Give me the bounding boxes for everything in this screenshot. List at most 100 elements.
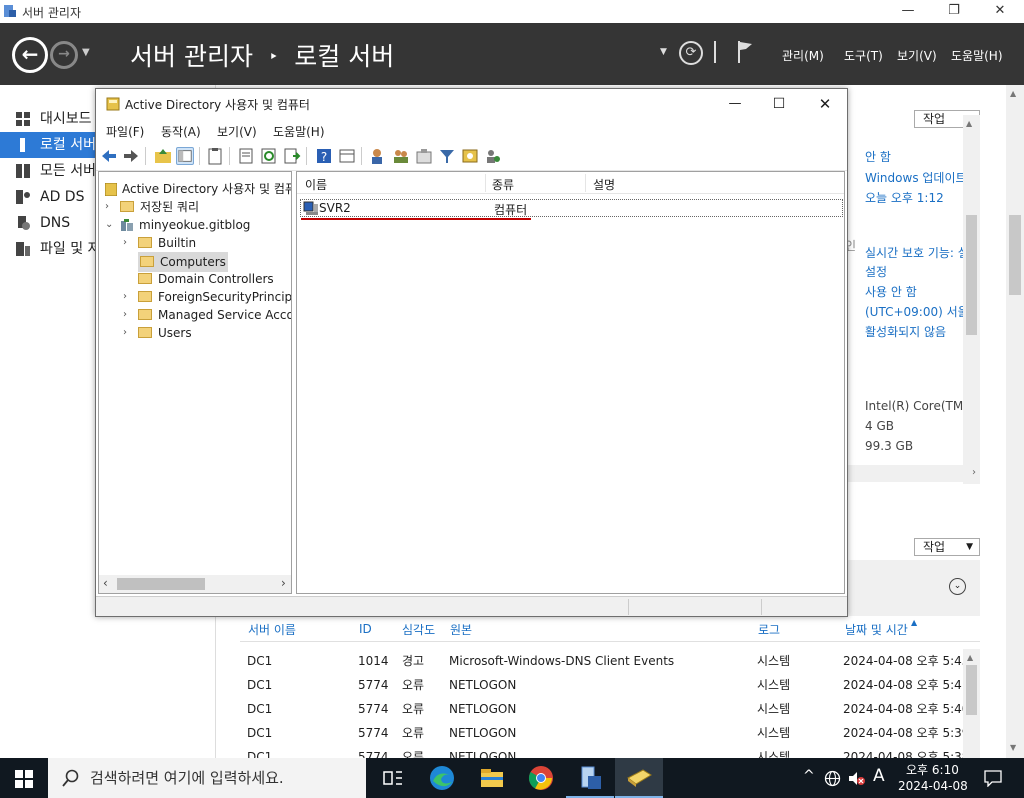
scroll-up-icon[interactable]: ▲: [967, 653, 973, 662]
tree-item-users[interactable]: › Users: [123, 324, 192, 342]
menu-manage[interactable]: 관리(M): [782, 47, 824, 64]
property-link[interactable]: (UTC+09:00) 서울: [865, 303, 969, 320]
tree-item-domain-controllers[interactable]: Domain Controllers: [123, 270, 274, 288]
notifications-icon[interactable]: [984, 769, 1002, 787]
properties-hscrollbar[interactable]: ›: [848, 465, 980, 482]
chevron-right-icon[interactable]: ›: [123, 234, 127, 252]
export-list-icon[interactable]: [283, 147, 301, 165]
clipboard-icon[interactable]: [206, 147, 224, 165]
close-button[interactable]: ✕: [977, 1, 1023, 21]
clock-time[interactable]: 오후 6:10: [906, 761, 959, 778]
events-scrollbar[interactable]: ▲: [963, 649, 980, 758]
tree-item-domain[interactable]: ⌄ minyeokue.gitblog: [105, 216, 250, 234]
property-link[interactable]: 오늘 오후 1:12: [865, 189, 944, 206]
scroll-left-icon[interactable]: ‹: [103, 576, 108, 590]
task-view-icon[interactable]: [378, 764, 406, 792]
property-link[interactable]: Windows 업데이트을: [865, 169, 978, 186]
menu-action[interactable]: 동작(A): [161, 123, 201, 140]
chevron-right-icon[interactable]: ›: [123, 306, 127, 324]
tree-hscrollbar[interactable]: ‹ ›: [99, 575, 291, 593]
scroll-down-icon[interactable]: ▼: [1010, 743, 1016, 752]
expand-chevron-icon[interactable]: ⌄: [949, 578, 966, 595]
dropdown-icon[interactable]: ▼: [660, 47, 667, 57]
chevron-right-icon[interactable]: ›: [105, 198, 109, 216]
events-tasks-button[interactable]: 작업 ▼: [914, 538, 980, 556]
chevron-down-icon[interactable]: ⌄: [105, 216, 113, 234]
scrollbar-thumb[interactable]: [117, 578, 205, 590]
property-link[interactable]: 사용 안 함: [865, 283, 917, 300]
property-link[interactable]: 활성화되지 않음: [865, 323, 946, 340]
column-header-server[interactable]: 서버 이름: [248, 621, 296, 638]
column-divider[interactable]: [585, 174, 586, 192]
file-explorer-icon[interactable]: [478, 764, 506, 792]
main-scrollbar[interactable]: ▲ ▼: [1006, 85, 1024, 758]
maximize-button[interactable]: ☐: [766, 91, 792, 117]
minimize-button[interactable]: —: [885, 1, 931, 21]
add-to-group-icon[interactable]: [484, 147, 502, 165]
refresh-icon[interactable]: ⟳: [679, 41, 703, 65]
windows-start-icon[interactable]: [15, 770, 33, 788]
event-row[interactable]: DC1 5774 오류 NETLOGON 시스템 2024-04-08 오후 5:40: [247, 697, 977, 721]
menu-view[interactable]: 보기(V): [897, 47, 937, 64]
properties-scrollbar[interactable]: ▲: [963, 115, 980, 484]
menu-help[interactable]: 도움말(H): [951, 47, 1003, 64]
column-header-severity[interactable]: 심각도: [402, 621, 435, 638]
property-link[interactable]: 설정: [865, 263, 887, 280]
column-header-id[interactable]: ID: [359, 622, 372, 636]
new-user-icon[interactable]: [369, 147, 387, 165]
help-icon[interactable]: ?: [315, 147, 333, 165]
scroll-up-icon[interactable]: ▲: [966, 119, 972, 128]
up-folder-icon[interactable]: [154, 147, 172, 165]
column-divider[interactable]: [485, 174, 486, 192]
volume-muted-icon[interactable]: [848, 770, 866, 787]
chrome-browser-icon[interactable]: [527, 764, 555, 792]
scrollbar-thumb[interactable]: [1009, 215, 1021, 295]
tree-item-saved-queries[interactable]: › 저장된 쿼리: [105, 198, 199, 216]
input-method-indicator[interactable]: A: [873, 766, 885, 786]
column-header-type[interactable]: 종류: [492, 176, 514, 193]
scroll-right-icon[interactable]: ›: [281, 576, 286, 590]
scrollbar-thumb[interactable]: [966, 665, 977, 715]
tree-item-managed-service-accounts[interactable]: › Managed Service Accou: [123, 306, 291, 324]
chevron-up-icon[interactable]: ^: [803, 768, 815, 784]
scrollbar-thumb[interactable]: [966, 215, 977, 335]
menu-file[interactable]: 파일(F): [106, 123, 144, 140]
scroll-right-icon[interactable]: ›: [972, 467, 976, 478]
event-row[interactable]: DC1 5774 오류 NETLOGON 시스템 2024-04-08 오후 5:39: [247, 721, 977, 745]
taskbar-server-manager[interactable]: [566, 758, 614, 798]
tree-item-builtin[interactable]: › Builtin: [123, 234, 196, 252]
menu-view[interactable]: 보기(V): [217, 123, 257, 140]
forward-arrow-icon[interactable]: [122, 147, 140, 165]
history-dropdown-icon[interactable]: ▼: [82, 47, 90, 58]
properties-icon[interactable]: [237, 147, 255, 165]
chevron-right-icon[interactable]: ›: [123, 324, 127, 342]
find-icon[interactable]: [461, 147, 479, 165]
minimize-button[interactable]: —: [722, 91, 748, 117]
taskbar-search-box[interactable]: 검색하려면 여기에 입력하세요.: [48, 758, 366, 798]
column-header-source[interactable]: 원본: [450, 621, 472, 638]
back-button[interactable]: ←: [12, 37, 48, 73]
forward-button[interactable]: →: [50, 41, 78, 69]
event-row[interactable]: DC1 5774 오류 NETLOGON 시스템 2024-04-08 오후 5:38: [247, 745, 977, 758]
maximize-button[interactable]: ❐: [931, 1, 977, 21]
view-details-icon[interactable]: [338, 147, 356, 165]
refresh-icon[interactable]: [260, 147, 278, 165]
show-console-tree-icon[interactable]: [176, 147, 194, 165]
property-link[interactable]: 안 함: [865, 148, 891, 165]
tree-item-foreign-security-principals[interactable]: › ForeignSecurityPrincipal: [123, 288, 291, 306]
event-row[interactable]: DC1 1014 경고 Microsoft-Windows-DNS Client Ev…: [247, 649, 977, 673]
network-globe-icon[interactable]: [824, 770, 841, 787]
tree-item-computers[interactable]: Computers: [123, 252, 228, 272]
menu-help[interactable]: 도움말(H): [273, 123, 325, 140]
column-header-datetime[interactable]: 날짜 및 시간: [845, 621, 908, 638]
back-arrow-icon[interactable]: [100, 147, 118, 165]
filter-icon[interactable]: [438, 147, 456, 165]
taskbar-aduc[interactable]: [615, 758, 663, 798]
column-header-log[interactable]: 로그: [758, 621, 780, 638]
chevron-right-icon[interactable]: ›: [123, 288, 127, 306]
notifications-flag-icon[interactable]: [736, 39, 754, 65]
new-ou-icon[interactable]: [415, 147, 433, 165]
tree-root-aduc[interactable]: Active Directory 사용자 및 컴퓨: [104, 180, 291, 198]
column-header-description[interactable]: 설명: [593, 176, 615, 193]
column-header-name[interactable]: 이름: [305, 176, 327, 193]
